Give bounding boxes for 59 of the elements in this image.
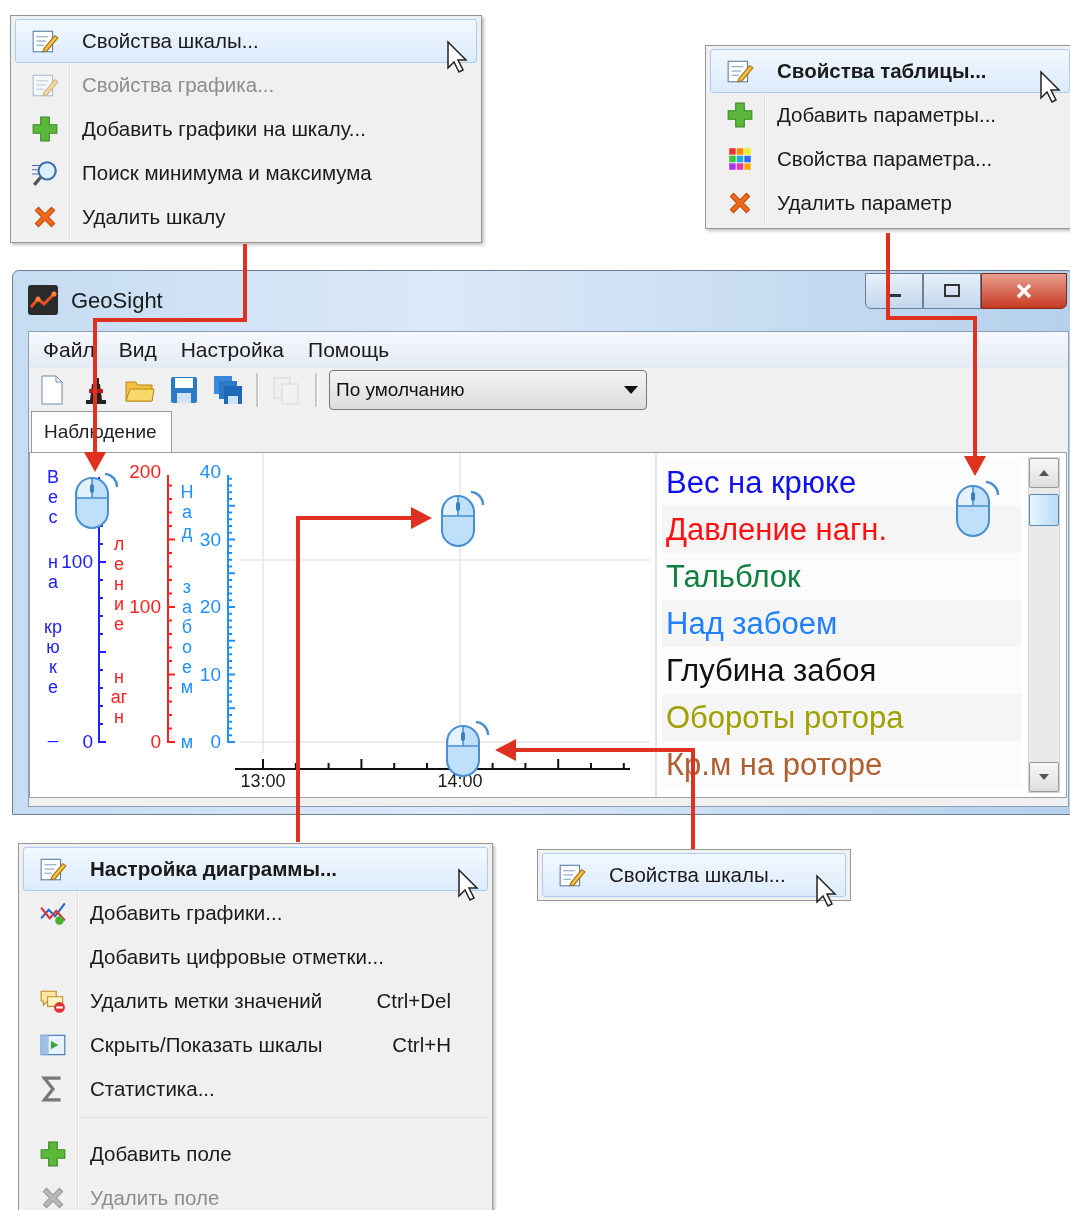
axis-title: забоем xyxy=(179,577,195,697)
scrollbar[interactable] xyxy=(1028,457,1060,793)
menu-item[interactable]: Удалить метки значений Ctrl+Del xyxy=(23,979,488,1023)
profile-dropdown[interactable]: По умолчанию xyxy=(329,370,647,410)
shortcut-text: Ctrl+Del xyxy=(376,989,451,1013)
menu-item[interactable]: Свойства параметра... xyxy=(710,137,1070,181)
time-label: 14:00 xyxy=(436,771,484,792)
menu-item[interactable]: Добавить графики на шкалу... xyxy=(15,107,477,151)
app-logo-icon xyxy=(28,285,58,315)
close-button[interactable] xyxy=(981,273,1067,309)
menu-bar-item[interactable]: Помощь xyxy=(298,336,400,364)
window-title: GeoSight xyxy=(71,288,163,314)
maximize-icon xyxy=(942,284,962,298)
plus-icon xyxy=(726,101,754,129)
axis-title: на xyxy=(47,552,59,592)
delete-icon xyxy=(726,189,754,217)
menu-item[interactable]: Добавить цифровые отметки... xyxy=(23,935,488,979)
plus-icon xyxy=(31,115,59,143)
menu-bar-item[interactable]: Вид xyxy=(108,336,167,364)
menu-item[interactable]: Удалить параметр xyxy=(710,181,1070,225)
close-icon xyxy=(1014,283,1034,299)
scroll-thumb[interactable] xyxy=(1029,494,1059,526)
cursor-icon xyxy=(1039,70,1063,104)
caret-icon xyxy=(624,386,638,394)
menu-item[interactable]: Добавить графики... xyxy=(23,891,488,935)
parameter-name[interactable]: Вес на крюке xyxy=(662,464,857,501)
menu-bar-item[interactable]: Настройка xyxy=(170,336,295,364)
maximize-button[interactable] xyxy=(923,273,981,309)
parameter-name[interactable]: Тальблок xyxy=(662,558,801,595)
color-grid-icon xyxy=(726,145,754,173)
axis-title: крюке xyxy=(44,617,62,697)
axis-title: ление xyxy=(112,534,126,634)
time-label: 13:00 xyxy=(239,771,287,792)
down-arrow-icon xyxy=(1039,774,1049,780)
up-arrow-icon xyxy=(1039,470,1049,476)
minimize-icon xyxy=(887,293,901,297)
axis-title: _ xyxy=(46,722,60,742)
menu-item[interactable]: Скрыть/Показать шкалы Ctrl+H xyxy=(23,1023,488,1067)
cursor-icon xyxy=(446,40,470,74)
axis-title: Вес xyxy=(46,467,60,527)
delete-icon xyxy=(31,203,59,231)
axis-title: м xyxy=(179,732,195,752)
menu-item[interactable]: Добавить параметры... xyxy=(710,93,1070,137)
scroll-up-button[interactable] xyxy=(1029,458,1059,488)
plus-icon xyxy=(39,1140,67,1168)
scroll-down-button[interactable] xyxy=(1029,762,1059,792)
minimize-button[interactable] xyxy=(865,273,923,309)
parameter-name[interactable]: Глубина забоя xyxy=(662,652,877,689)
axis-title: нагн xyxy=(110,667,128,727)
cursor-icon xyxy=(457,868,481,902)
menu-bar-item[interactable]: Файл xyxy=(33,336,105,364)
menu-item[interactable]: Поиск минимума и максимума xyxy=(15,151,477,195)
menu-item[interactable]: Добавить поле xyxy=(23,1132,488,1176)
menu-item[interactable]: Удалить шкалу xyxy=(15,195,477,239)
magnifier-icon xyxy=(31,159,59,187)
shortcut-text: Ctrl+H xyxy=(392,1033,451,1057)
menu-item[interactable]: Статистика... xyxy=(23,1067,488,1111)
cursor-icon xyxy=(815,874,839,908)
axis-title: Над xyxy=(179,482,195,542)
